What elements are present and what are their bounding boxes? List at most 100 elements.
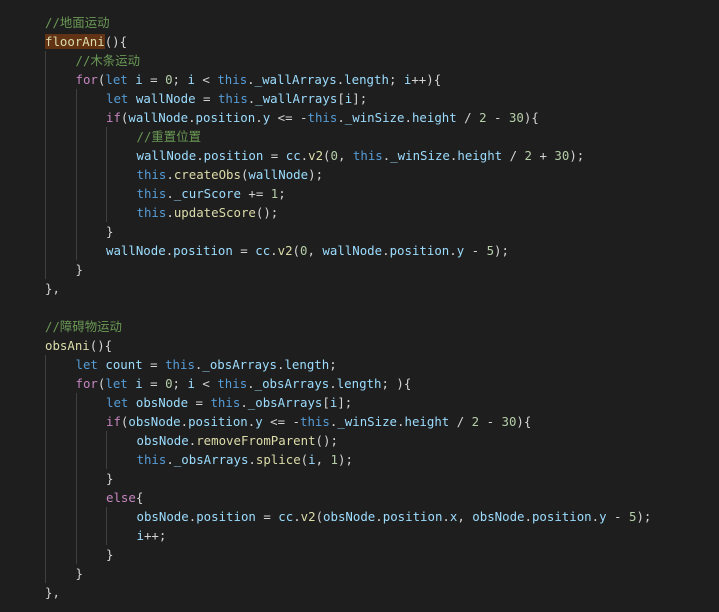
identifier-token: cc [285,148,301,163]
punctuation-token [128,91,135,106]
indent-guide [45,488,76,507]
punctuation-token: = [142,357,166,372]
indent-guide [45,51,76,70]
punctuation-token: ); [308,167,324,182]
code-area[interactable]: //地面运动 floorAni(){//木条运动 for(let i = 0; i … [45,13,651,602]
code-line[interactable]: //重置位置 [45,127,651,146]
punctuation-token: . [404,110,412,125]
punctuation-token: }, [45,281,60,296]
code-line[interactable]: else{ [45,488,651,507]
code-line[interactable]: }, [45,279,651,298]
indent-guide [106,165,137,184]
punctuation-token: } [106,547,114,562]
punctuation-token: [ [337,91,345,106]
code-line[interactable]: this._curScore += 1; [45,184,651,203]
identifier-token: obsNode [136,433,189,448]
code-line[interactable]: let wallNode = this._wallArrays[i]; [45,89,651,108]
indent-guide [75,165,107,184]
code-line[interactable]: this.updateScore(); [45,203,651,222]
indent-guide [75,526,107,545]
indent-guide [75,222,107,241]
code-line[interactable]: //障碍物运动 [45,317,651,336]
code-editor[interactable]: //地面运动 floorAni(){//木条运动 for(let i = 0; i … [0,0,719,612]
punctuation-token: , [457,509,473,524]
keyword-token: let [105,376,128,391]
keyword-token: this [136,452,167,467]
code-line[interactable]: if(obsNode.position.y <= -this._winSize.… [45,412,651,431]
punctuation-token: , [315,452,331,467]
indent-guide [45,412,76,431]
code-line[interactable]: obsAni(){ [45,336,651,355]
indent-guide [45,393,76,412]
code-line[interactable]: floorAni(){ [45,32,651,51]
identifier-token: wallNode [106,243,166,258]
keyword-token: this [217,72,248,87]
code-line[interactable]: for(let i = 0; i < this._wallArrays.leng… [45,70,651,89]
code-line[interactable]: }, [45,583,651,602]
indent-guide [106,203,137,222]
punctuation-token: / [502,148,525,163]
identifier-token: _wallArrays [255,91,338,106]
code-line[interactable]: obsNode.position = cc.v2(obsNode.positio… [45,507,651,526]
indent-guide [75,469,107,488]
control-keyword-token: for [75,376,98,391]
punctuation-token: < [194,376,218,391]
identifier-token: y [255,414,263,429]
code-line[interactable]: this.createObs(wallNode); [45,165,651,184]
identifier-token: i [135,376,143,391]
code-line[interactable]: wallNode.position = cc.v2(0, wallNode.po… [45,241,651,260]
identifier-token: _obsArrays [202,357,277,372]
code-line[interactable]: obsNode.removeFromParent(); [45,431,651,450]
punctuation-token: ; [388,72,404,87]
identifier-token: _curScore [173,186,241,201]
punctuation-token: / [456,110,480,125]
identifier-token: cc [278,509,294,524]
keyword-token: this [210,395,241,410]
keyword-token: this [352,148,383,163]
code-line[interactable]: i++; [45,526,651,545]
control-keyword-token: if [106,414,121,429]
punctuation-token: = [255,509,279,524]
indent-guide [45,507,76,526]
identifier-token: wallNode [248,167,309,182]
punctuation-token: . [375,509,383,524]
number-literal-token: 2 [524,148,532,163]
indent-guide [75,412,107,431]
indent-guide [45,89,76,108]
punctuation-token: ); [636,509,652,524]
code-line[interactable]: this._obsArrays.splice(i, 1); [45,450,651,469]
identifier-token: wallNode [136,148,197,163]
indent-guide [75,507,107,526]
comment-token: //重置位置 [136,129,201,144]
identifier-token: obsNode [472,509,525,524]
code-line[interactable]: } [45,222,651,241]
number-literal-token: 30 [508,110,524,125]
punctuation-token: ++; [143,528,167,543]
code-line[interactable]: //木条运动 [45,51,651,70]
keyword-token: let [105,72,128,87]
code-line[interactable]: for(let i = 0; i < this._obsArrays.lengt… [45,374,651,393]
punctuation-token: } [75,566,83,581]
punctuation-token: + [532,148,555,163]
punctuation-token: . [166,205,174,220]
punctuation-token: . [524,509,532,524]
indent-guide [106,431,137,450]
punctuation-token: . [255,110,263,125]
code-line[interactable]: if(wallNode.position.y <= -this._winSize… [45,108,651,127]
code-line[interactable]: //地面运动 [45,13,651,32]
code-line[interactable]: let count = this._obsArrays.length; [45,355,651,374]
code-line[interactable]: } [45,260,651,279]
identifier-token: y [599,509,607,524]
indent-guide [75,488,107,507]
identifier-token: obsNode [323,509,376,524]
code-line[interactable]: wallNode.position = cc.v2(0, this._winSi… [45,146,651,165]
punctuation-token: ]; [337,395,353,410]
punctuation-token: ( [315,509,324,524]
identifier-token: _winSize [344,110,405,125]
code-line[interactable]: ​ [45,298,651,317]
code-line[interactable]: } [45,545,651,564]
code-line[interactable]: } [45,564,651,583]
punctuation-token: ){ [523,110,539,125]
code-line[interactable]: let obsNode = this._obsArrays[i]; [45,393,651,412]
code-line[interactable]: } [45,469,651,488]
